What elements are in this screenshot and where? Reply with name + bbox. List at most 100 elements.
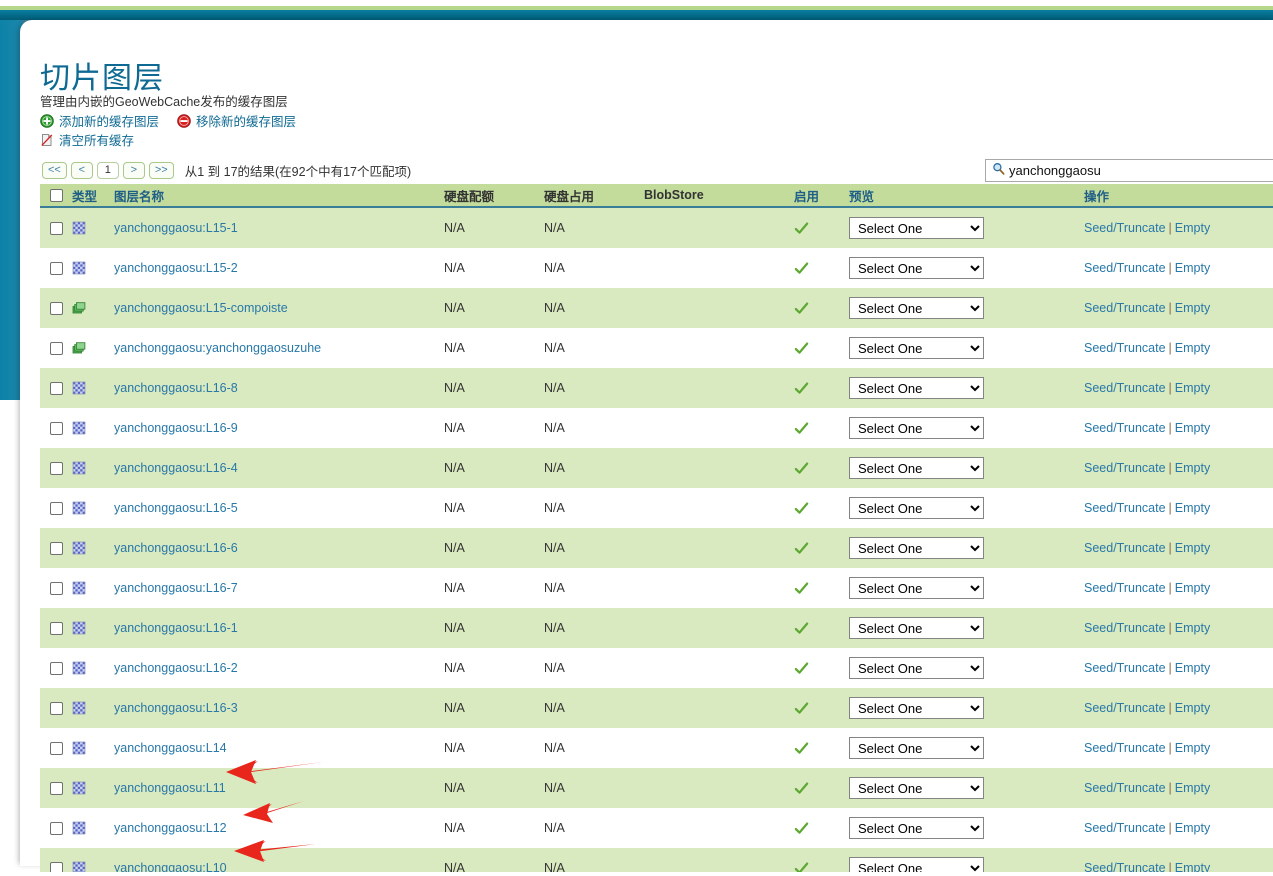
preview-select[interactable]: Select One xyxy=(849,337,984,359)
empty-link[interactable]: Empty xyxy=(1175,381,1210,395)
empty-link[interactable]: Empty xyxy=(1175,661,1210,675)
row-checkbox[interactable] xyxy=(49,421,63,435)
seed-truncate-link[interactable]: Seed/Truncate xyxy=(1084,701,1166,715)
row-checkbox[interactable] xyxy=(49,741,63,755)
seed-truncate-link[interactable]: Seed/Truncate xyxy=(1084,581,1166,595)
layer-name-link[interactable]: yanchonggaosu:L16-2 xyxy=(114,661,238,675)
column-header-quota[interactable]: 硬盘配额 xyxy=(444,186,544,205)
layer-name-link[interactable]: yanchonggaosu:L16-5 xyxy=(114,501,238,515)
layer-name-link[interactable]: yanchonggaosu:yanchonggaosuzuhe xyxy=(114,341,321,355)
seed-truncate-link[interactable]: Seed/Truncate xyxy=(1084,781,1166,795)
row-checkbox[interactable] xyxy=(49,461,63,475)
preview-select[interactable]: Select One xyxy=(849,617,984,639)
preview-select[interactable]: Select One xyxy=(849,257,984,279)
seed-truncate-link[interactable]: Seed/Truncate xyxy=(1084,741,1166,755)
preview-select[interactable]: Select One xyxy=(849,817,984,839)
preview-select[interactable]: Select One xyxy=(849,777,984,799)
column-header-used[interactable]: 硬盘占用 xyxy=(544,186,644,205)
layer-name-link[interactable]: yanchonggaosu:L16-8 xyxy=(114,381,238,395)
layer-name-link[interactable]: yanchonggaosu:L16-6 xyxy=(114,541,238,555)
preview-select[interactable]: Select One xyxy=(849,577,984,599)
empty-all-caches-link[interactable]: 清空所有缓存 xyxy=(40,130,134,149)
empty-link[interactable]: Empty xyxy=(1175,541,1210,555)
row-checkbox[interactable] xyxy=(49,341,63,355)
column-header-preview[interactable]: 预览 xyxy=(849,186,1084,205)
empty-link[interactable]: Empty xyxy=(1175,221,1210,235)
preview-select[interactable]: Select One xyxy=(849,377,984,399)
pagination-first-button[interactable]: << xyxy=(42,162,67,179)
empty-link[interactable]: Empty xyxy=(1175,581,1210,595)
empty-link[interactable]: Empty xyxy=(1175,701,1210,715)
seed-truncate-link[interactable]: Seed/Truncate xyxy=(1084,261,1166,275)
pagination-last-button[interactable]: >> xyxy=(148,162,174,179)
empty-link[interactable]: Empty xyxy=(1175,301,1210,315)
layer-name-link[interactable]: yanchonggaosu:L11 xyxy=(114,781,226,795)
row-checkbox[interactable] xyxy=(49,221,63,235)
seed-truncate-link[interactable]: Seed/Truncate xyxy=(1084,301,1166,315)
seed-truncate-link[interactable]: Seed/Truncate xyxy=(1084,501,1166,515)
preview-select[interactable]: Select One xyxy=(849,737,984,759)
row-checkbox[interactable] xyxy=(49,781,63,795)
select-all-checkbox[interactable] xyxy=(49,188,63,202)
seed-truncate-link[interactable]: Seed/Truncate xyxy=(1084,461,1166,475)
seed-truncate-link[interactable]: Seed/Truncate xyxy=(1084,821,1166,835)
layer-name-link[interactable]: yanchonggaosu:L15-2 xyxy=(114,261,238,275)
pagination-page-1-button[interactable]: 1 xyxy=(96,162,119,179)
column-header-operations[interactable]: 操作 xyxy=(1084,186,1273,205)
seed-truncate-link[interactable]: Seed/Truncate xyxy=(1084,221,1166,235)
search-input[interactable] xyxy=(1009,160,1273,181)
row-checkbox[interactable] xyxy=(49,261,63,275)
empty-link[interactable]: Empty xyxy=(1175,501,1210,515)
layer-name-link[interactable]: yanchonggaosu:L16-1 xyxy=(114,621,238,635)
preview-select[interactable]: Select One xyxy=(849,697,984,719)
layer-name-link[interactable]: yanchonggaosu:L16-7 xyxy=(114,581,238,595)
empty-link[interactable]: Empty xyxy=(1175,461,1210,475)
empty-link[interactable]: Empty xyxy=(1175,261,1210,275)
column-header-name[interactable]: 图层名称 xyxy=(114,186,444,205)
row-checkbox[interactable] xyxy=(49,381,63,395)
row-checkbox[interactable] xyxy=(49,541,63,555)
layer-name-link[interactable]: yanchonggaosu:L16-4 xyxy=(114,461,238,475)
preview-select[interactable]: Select One xyxy=(849,217,984,239)
row-checkbox[interactable] xyxy=(49,501,63,515)
row-checkbox[interactable] xyxy=(49,621,63,635)
seed-truncate-link[interactable]: Seed/Truncate xyxy=(1084,541,1166,555)
row-checkbox[interactable] xyxy=(49,581,63,595)
search-box[interactable] xyxy=(985,159,1273,182)
preview-select[interactable]: Select One xyxy=(849,657,984,679)
row-preview-cell: Select One xyxy=(849,537,1084,559)
seed-truncate-link[interactable]: Seed/Truncate xyxy=(1084,661,1166,675)
pagination-next-button[interactable]: > xyxy=(122,162,145,179)
empty-link[interactable]: Empty xyxy=(1175,781,1210,795)
column-header-enabled[interactable]: 启用 xyxy=(794,186,849,205)
layer-name-link[interactable]: yanchonggaosu:L12 xyxy=(114,821,227,835)
remove-cached-layer-link[interactable]: 移除新的缓存图层 xyxy=(177,111,296,130)
empty-link[interactable]: Empty xyxy=(1175,421,1210,435)
layer-name-link[interactable]: yanchonggaosu:L16-9 xyxy=(114,421,238,435)
empty-link[interactable]: Empty xyxy=(1175,341,1210,355)
layer-name-link[interactable]: yanchonggaosu:L14 xyxy=(114,741,227,755)
preview-select[interactable]: Select One xyxy=(849,417,984,439)
seed-truncate-link[interactable]: Seed/Truncate xyxy=(1084,621,1166,635)
empty-link[interactable]: Empty xyxy=(1175,621,1210,635)
column-header-blobstore[interactable]: BlobStore xyxy=(644,188,794,202)
preview-select[interactable]: Select One xyxy=(849,537,984,559)
seed-truncate-link[interactable]: Seed/Truncate xyxy=(1084,421,1166,435)
empty-link[interactable]: Empty xyxy=(1175,741,1210,755)
preview-select[interactable]: Select One xyxy=(849,297,984,319)
row-checkbox[interactable] xyxy=(49,821,63,835)
pagination-prev-button[interactable]: < xyxy=(70,162,93,179)
seed-truncate-link[interactable]: Seed/Truncate xyxy=(1084,381,1166,395)
row-checkbox[interactable] xyxy=(49,661,63,675)
preview-select[interactable]: Select One xyxy=(849,457,984,479)
empty-link[interactable]: Empty xyxy=(1175,821,1210,835)
layer-name-link[interactable]: yanchonggaosu:L15-1 xyxy=(114,221,238,235)
preview-select[interactable]: Select One xyxy=(849,497,984,519)
column-header-type[interactable]: 类型 xyxy=(72,186,114,205)
layer-name-link[interactable]: yanchonggaosu:L16-3 xyxy=(114,701,238,715)
seed-truncate-link[interactable]: Seed/Truncate xyxy=(1084,341,1166,355)
layer-name-link[interactable]: yanchonggaosu:L15-compoiste xyxy=(114,301,288,315)
row-checkbox[interactable] xyxy=(49,301,63,315)
row-checkbox[interactable] xyxy=(49,701,63,715)
add-cached-layer-link[interactable]: 添加新的缓存图层 xyxy=(40,111,159,130)
